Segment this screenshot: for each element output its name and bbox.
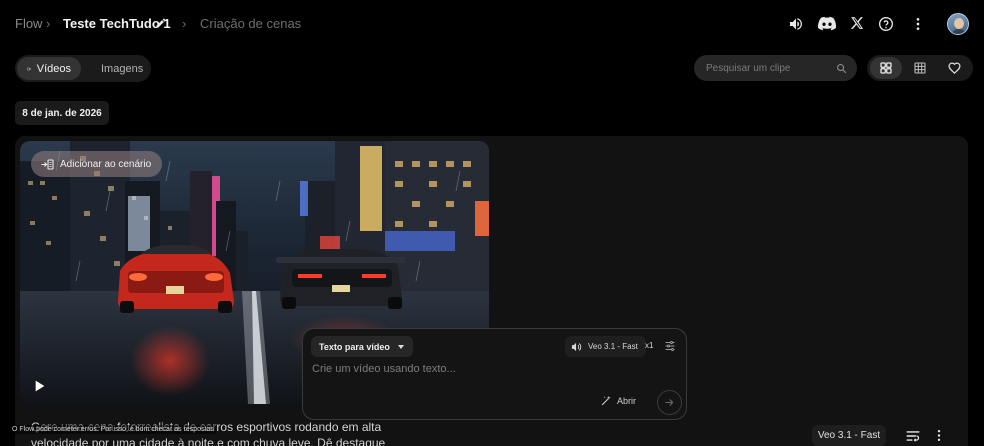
add-to-scene-button[interactable]: Adicionar ao cenário: [31, 151, 162, 177]
disclaimer-note: O Flow pode cometer erros. Por isso, é b…: [10, 425, 216, 434]
prompt-input[interactable]: [312, 363, 612, 381]
settings-sliders-icon[interactable]: [664, 339, 676, 357]
table-view-icon[interactable]: [904, 57, 936, 79]
search-icon[interactable]: [836, 63, 847, 74]
chevron-down-icon: [397, 344, 404, 349]
volume-icon: [571, 342, 582, 351]
model-selector[interactable]: Veo 3.1 - Fast: [565, 336, 646, 357]
add-to-scene-icon: [41, 158, 54, 170]
tab-label: Vídeos: [36, 62, 71, 75]
play-icon[interactable]: [31, 378, 47, 394]
open-button[interactable]: Abrir: [601, 395, 636, 406]
breadcrumb-separator: ›: [46, 16, 51, 31]
clip-more-icon[interactable]: [934, 429, 944, 446]
reuse-prompt-icon[interactable]: [906, 429, 920, 446]
volume-icon[interactable]: [788, 16, 804, 32]
mode-label: Texto para vídeo: [319, 341, 390, 352]
mode-dropdown[interactable]: Texto para vídeo: [311, 336, 413, 357]
more-vert-icon[interactable]: [910, 16, 926, 32]
view-toggle: [867, 55, 973, 81]
help-icon[interactable]: [878, 16, 894, 32]
output-count[interactable]: x1: [645, 341, 653, 350]
prompt-composer: Texto para vídeo Veo 3.1 - Fast x1 Abrir: [302, 328, 687, 420]
breadcrumb-separator: ›: [182, 16, 187, 31]
x-logo-icon[interactable]: [850, 16, 864, 30]
date-group-label: 8 de jan. de 2026: [15, 101, 109, 125]
open-label: Abrir: [617, 395, 637, 406]
arrow-right-icon: [665, 399, 674, 406]
media-type-tabs: Vídeos Imagens: [15, 55, 151, 82]
add-to-scene-label: Adicionar ao cenário: [60, 158, 152, 170]
grid-view-icon[interactable]: [870, 57, 902, 79]
send-button[interactable]: [657, 390, 682, 415]
discord-icon[interactable]: [818, 16, 836, 31]
tab-label: Imagens: [101, 62, 144, 75]
clip-search: [694, 55, 857, 81]
edit-pencil-icon[interactable]: [155, 17, 167, 29]
model-label: Veo 3.1 - Fast: [588, 342, 638, 351]
magic-wand-icon: [601, 395, 611, 406]
tab-videos[interactable]: Vídeos: [17, 57, 81, 80]
video-icon: [27, 67, 31, 70]
avatar[interactable]: [947, 13, 969, 35]
favorites-icon[interactable]: [938, 57, 970, 79]
tab-images[interactable]: Imagens: [85, 57, 149, 80]
clip-model-badge: Veo 3.1 - Fast: [812, 425, 886, 446]
breadcrumb-current-page: Criação de cenas: [200, 16, 302, 31]
top-bar: Flow › Teste TechTudo 1 › Criação de cen…: [0, 0, 984, 48]
breadcrumb-root[interactable]: Flow: [15, 16, 42, 31]
search-input[interactable]: [706, 62, 830, 74]
